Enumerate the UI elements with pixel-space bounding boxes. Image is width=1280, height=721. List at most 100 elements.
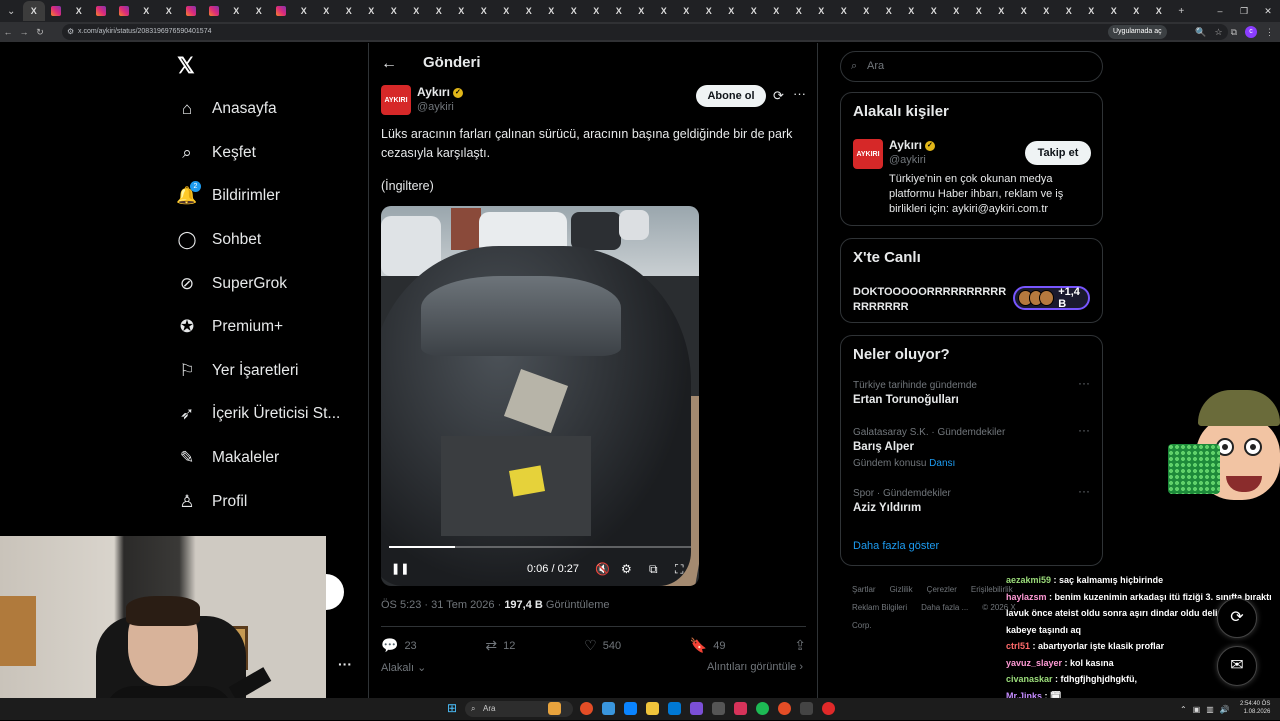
browser-tab[interactable]: X [630,1,653,21]
browser-tab[interactable]: X [833,1,856,21]
reply-button[interactable]: 💬 23 [381,637,417,654]
back-icon[interactable]: ← [0,27,16,37]
profile-avatar[interactable]: c [1245,26,1257,38]
clock[interactable]: 2:54:40 ÖS 1.08.2026 [1240,700,1270,716]
star-icon[interactable]: ☆ [1214,27,1222,38]
spotify-icon[interactable] [756,702,769,715]
browser-tab[interactable]: X [315,1,338,21]
browser-tab[interactable]: X [68,1,91,21]
taskbar-app-icon[interactable] [690,702,703,715]
windows-start-icon[interactable]: ⊞ [447,702,459,714]
search-input[interactable]: ⌕ Ara [840,51,1103,82]
chrome-icon[interactable] [778,702,791,715]
browser-tab[interactable]: X [1080,1,1103,21]
taskbar-app-icon[interactable] [668,702,681,715]
browser-tab[interactable] [180,1,203,21]
footer-link[interactable]: Şartlar [852,585,876,594]
browser-tab[interactable]: X [293,1,316,21]
live-space-title[interactable]: DOKTOOOOORRRRRRRRRRRRRRRRR [853,285,1008,315]
footer-link[interactable]: Daha fazla ... [921,603,968,612]
nav-item-rocket[interactable]: ➶ İçerik Üreticisi St... [177,400,340,428]
nav-item-premium[interactable]: ✪ Premium+ [177,313,283,341]
taskbar-app-icon[interactable] [548,702,561,715]
account-more-icon[interactable]: ··· [338,656,352,672]
nav-item-person[interactable]: ♙ Profil [177,488,247,516]
footer-link[interactable]: Reklam Bilgileri [852,603,907,612]
open-in-app-chip[interactable]: Uygulamada aç [1108,25,1167,39]
browser-tab[interactable]: X [653,1,676,21]
browser-tab[interactable]: X [968,1,991,21]
back-arrow-icon[interactable]: ← [381,55,397,73]
browser-tab[interactable]: X [1148,1,1171,21]
tab-search-icon[interactable]: ⌄ [0,1,23,21]
tray-app-icon[interactable]: ▣ [1193,705,1201,714]
restore-icon[interactable]: ❐ [1232,0,1256,22]
folder-icon[interactable] [646,702,659,715]
nav-item-bell[interactable]: 🔔 2 Bildirimler [176,181,280,210]
browser-tab[interactable]: X [585,1,608,21]
taskbar-app-icon[interactable] [602,702,615,715]
zoom-icon[interactable]: 🔍 [1195,27,1206,38]
browser-tab[interactable]: X [1125,1,1148,21]
browser-tab[interactable]: X [405,1,428,21]
taskbar-app-icon[interactable] [800,702,813,715]
browser-tab[interactable]: X [675,1,698,21]
related-name-row[interactable]: Aykırı ✓ [889,138,935,152]
nav-item-grok[interactable]: ⊘ SuperGrok [177,270,287,298]
browser-tab[interactable]: X [855,1,878,21]
taskbar-app-icon[interactable] [822,702,835,715]
browser-tab[interactable] [113,1,136,21]
browser-tab[interactable]: X [945,1,968,21]
trend-more-icon[interactable]: ··· [1078,376,1090,390]
volume-icon[interactable]: 🔊 [1220,705,1230,714]
browser-tab[interactable]: X [248,1,271,21]
grok-icon[interactable]: ⟳ [773,88,784,104]
author-handle[interactable]: @aykiri [417,101,454,113]
chrome-icon[interactable] [580,702,593,715]
url-field[interactable]: ⚙ x.com/aykiri/status/2083196976590401574 [62,24,1228,40]
trend-item[interactable]: Spor · Gündemdekiler Aziz Yıldırım [853,488,1093,514]
browser-tab[interactable]: X [563,1,586,21]
messages-fab-icon[interactable]: ✉ [1217,646,1257,686]
author-avatar[interactable]: AYKIRI [381,85,411,115]
browser-tab[interactable]: X [698,1,721,21]
nav-item-search[interactable]: ⌕ Keşfet [177,139,256,167]
browser-tab[interactable]: X [360,1,383,21]
trend-topic-link[interactable]: Dansı [929,458,955,469]
view-quotes-link[interactable]: Alıntıları görüntüle › [707,661,803,673]
related-avatar[interactable]: AYKIRI [853,139,883,169]
trend-more-icon[interactable]: ··· [1078,423,1090,437]
mute-icon[interactable]: 🔇 [595,562,610,576]
browser-tab[interactable]: X [495,1,518,21]
related-dropdown[interactable]: Alakalı ⌄ [381,661,426,674]
repost-button[interactable]: ⇄ 12 [485,637,515,654]
author-name-row[interactable]: Aykırı ✓ [417,85,463,99]
browser-tab[interactable]: X [810,1,833,21]
browser-tab[interactable]: X [788,1,811,21]
browser-tab[interactable]: X [135,1,158,21]
trend-more-icon[interactable]: ··· [1078,484,1090,498]
related-handle[interactable]: @aykiri [889,154,926,166]
footer-link[interactable]: Çerezler [927,585,957,594]
forward-icon[interactable]: → [16,27,32,37]
author-name[interactable]: Aykırı [417,85,450,99]
browser-tab[interactable]: X [720,1,743,21]
browser-tab[interactable]: X [1103,1,1126,21]
browser-tab[interactable]: X [900,1,923,21]
taskbar-app-icon[interactable] [712,702,725,715]
nav-item-home[interactable]: ⌂ Anasayfa [177,95,277,123]
browser-tab[interactable] [45,1,68,21]
related-name[interactable]: Aykırı [889,138,922,152]
browser-tab[interactable]: X [22,1,45,21]
browser-tab[interactable]: X [878,1,901,21]
browser-tab[interactable]: X [338,1,361,21]
browser-tab[interactable] [270,1,293,21]
menu-icon[interactable]: ⋮ [1265,27,1274,38]
browser-tab[interactable]: X [990,1,1013,21]
browser-tab[interactable]: X [158,1,181,21]
browser-tab[interactable]: X [473,1,496,21]
subscribe-button[interactable]: Abone ol [696,85,766,107]
taskbar-app-icon[interactable] [624,702,637,715]
like-button[interactable]: ♡ 540 [584,637,621,654]
fullscreen-icon[interactable]: ⛶ [675,562,683,577]
